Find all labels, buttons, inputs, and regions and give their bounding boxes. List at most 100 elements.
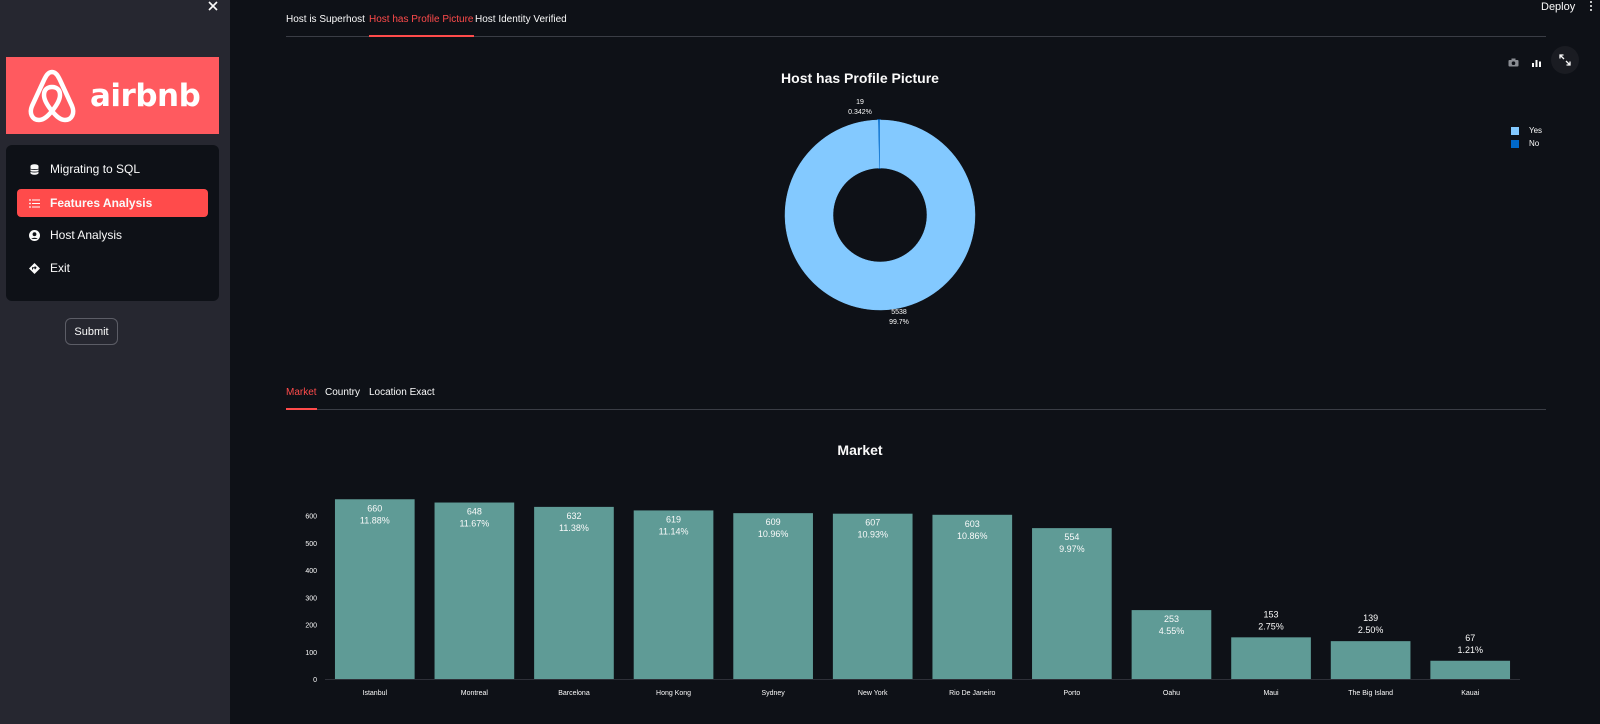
camera-icon [1508,58,1518,66]
fullscreen-button[interactable] [1551,46,1579,74]
menu-item-label: Exit [50,261,71,275]
legend-item-no[interactable]: No [1511,137,1542,150]
bar-value-label: 619 [666,514,681,524]
x-tick-label: The Big Island [1348,690,1393,697]
bar-value-label: 603 [965,519,980,529]
bar-value-label: 648 [467,507,482,517]
bar-percent-label: 9.97% [1059,544,1085,554]
deploy-button[interactable]: Deploy [1541,1,1575,13]
bar-value-label: 253 [1164,614,1179,624]
tab-country[interactable]: Country [325,387,360,410]
pie-slice-yes[interactable] [784,119,976,311]
tab-host-is-superhost[interactable]: Host is Superhost [286,14,365,37]
diamond-arrow-icon [28,262,40,274]
database-icon [28,163,40,175]
y-tick-label: 100 [305,650,317,657]
x-tick-label: Oahu [1163,690,1180,697]
airbnb-logo-icon [28,69,76,122]
main-menu-button[interactable] [1587,0,1595,14]
bar-chart: 0 100 200 300 400 500 600 660 11.88% Istanbul 648 1… [305,499,1520,697]
download-png-button[interactable] [1506,55,1520,69]
close-icon [208,1,218,11]
bar-value-label: 660 [367,503,382,513]
legend-swatch-yes [1511,126,1519,135]
bar-percent-label: 10.93% [857,530,888,540]
more-vertical-icon [1590,1,1592,11]
legend-label-yes: Yes [1529,126,1543,135]
submit-button[interactable]: Submit [65,318,118,345]
plotly-button[interactable] [1529,55,1543,69]
tab-host-identity-verified[interactable]: Host Identity Verified [475,14,567,37]
bar-value-label: 632 [566,511,581,521]
bar-percent-label: 11.67% [459,519,489,529]
sidebar-menu: Migrating to SQL Features Analysis Host … [6,145,219,301]
pie-yes-label: 5538 99.7% [882,308,916,328]
expand-icon [1559,54,1571,66]
y-tick-label: 300 [305,595,317,602]
pie-yes-count: 5538 [891,309,907,316]
pie-no-label: 19 0.342% [843,98,877,118]
legend-swatch-no [1511,139,1519,148]
bar-percent-label: 11.14% [659,526,689,536]
close-sidebar-button[interactable] [204,0,222,14]
sidebar: airbnb Migrating to SQL Features Analysi… [0,0,230,724]
legend-item-yes[interactable]: Yes [1511,124,1542,137]
pie-legend: Yes No [1511,124,1542,150]
user-circle-icon [28,229,40,241]
legend-label-no: No [1529,139,1540,148]
bar-value-label: 153 [1264,609,1279,619]
top-tab-bar: Host is Superhost Host has Profile Pictu… [286,14,1546,37]
bar-percent-label: 2.50% [1358,625,1384,635]
x-tick-label: Kauai [1461,690,1479,697]
y-tick-label: 400 [305,568,317,575]
bar-istanbul[interactable] [334,499,415,679]
tab-host-has-profile-picture[interactable]: Host has Profile Picture [369,14,474,37]
bar-montreal[interactable] [434,502,515,679]
x-tick-label: Barcelona [558,690,590,697]
bar-value-label: 607 [865,518,880,528]
bar-maui[interactable] [1231,637,1311,679]
menu-item-features-analysis[interactable]: Features Analysis [17,189,208,217]
y-tick-label: 500 [305,541,317,548]
menu-item-label: Host Analysis [50,228,123,242]
y-tick-label: 200 [305,623,317,630]
tab-market[interactable]: Market [286,387,317,410]
bar-kauai[interactable] [1430,660,1511,679]
x-tick-label: Sydney [761,690,785,697]
x-tick-label: Hong Kong [656,690,691,697]
bar-percent-label: 10.86% [957,531,988,541]
pie-chart-title: Host has Profile Picture [781,70,939,86]
menu-item-exit[interactable]: Exit [17,254,208,282]
bar-chart-icon [1531,59,1541,67]
x-tick-label: Montreal [461,690,489,697]
bar-value-label: 554 [1064,532,1079,542]
bar-percent-label: 2.75% [1258,621,1284,631]
menu-item-migrating-to-sql[interactable]: Migrating to SQL [17,155,208,183]
bar-percent-label: 11.38% [559,523,589,533]
menu-item-label: Features Analysis [50,196,153,210]
x-tick-label: New York [858,690,888,697]
menu-item-label: Migrating to SQL [50,162,141,176]
y-tick-label: 600 [305,514,317,521]
pie-yes-percent: 99.7% [889,319,909,326]
bar-value-label: 67 [1465,633,1475,643]
bar-value-label: 139 [1363,613,1378,623]
y-tick-label: 0 [313,677,317,684]
pie-no-count: 19 [856,99,864,106]
list-icon [28,197,40,209]
x-tick-label: Maui [1263,690,1279,697]
x-tick-label: Porto [1064,690,1081,697]
airbnb-logo: airbnb [6,57,219,134]
bar-chart-title: Market [837,442,883,458]
pie-no-percent: 0.342% [848,109,872,116]
bottom-tab-bar: Market Country Location Exact [286,387,1546,410]
bar-percent-label: 11.88% [360,515,390,525]
x-tick-label: Rio De Janeiro [949,690,995,697]
bar-value-label: 609 [766,517,781,527]
menu-item-host-analysis[interactable]: Host Analysis [17,221,208,249]
bar-the-big-island[interactable] [1330,641,1411,679]
bar-percent-label: 1.21% [1457,645,1483,655]
x-tick-label: Istanbul [363,690,388,697]
tab-location-exact[interactable]: Location Exact [369,387,435,410]
logo-text: airbnb [90,77,201,114]
